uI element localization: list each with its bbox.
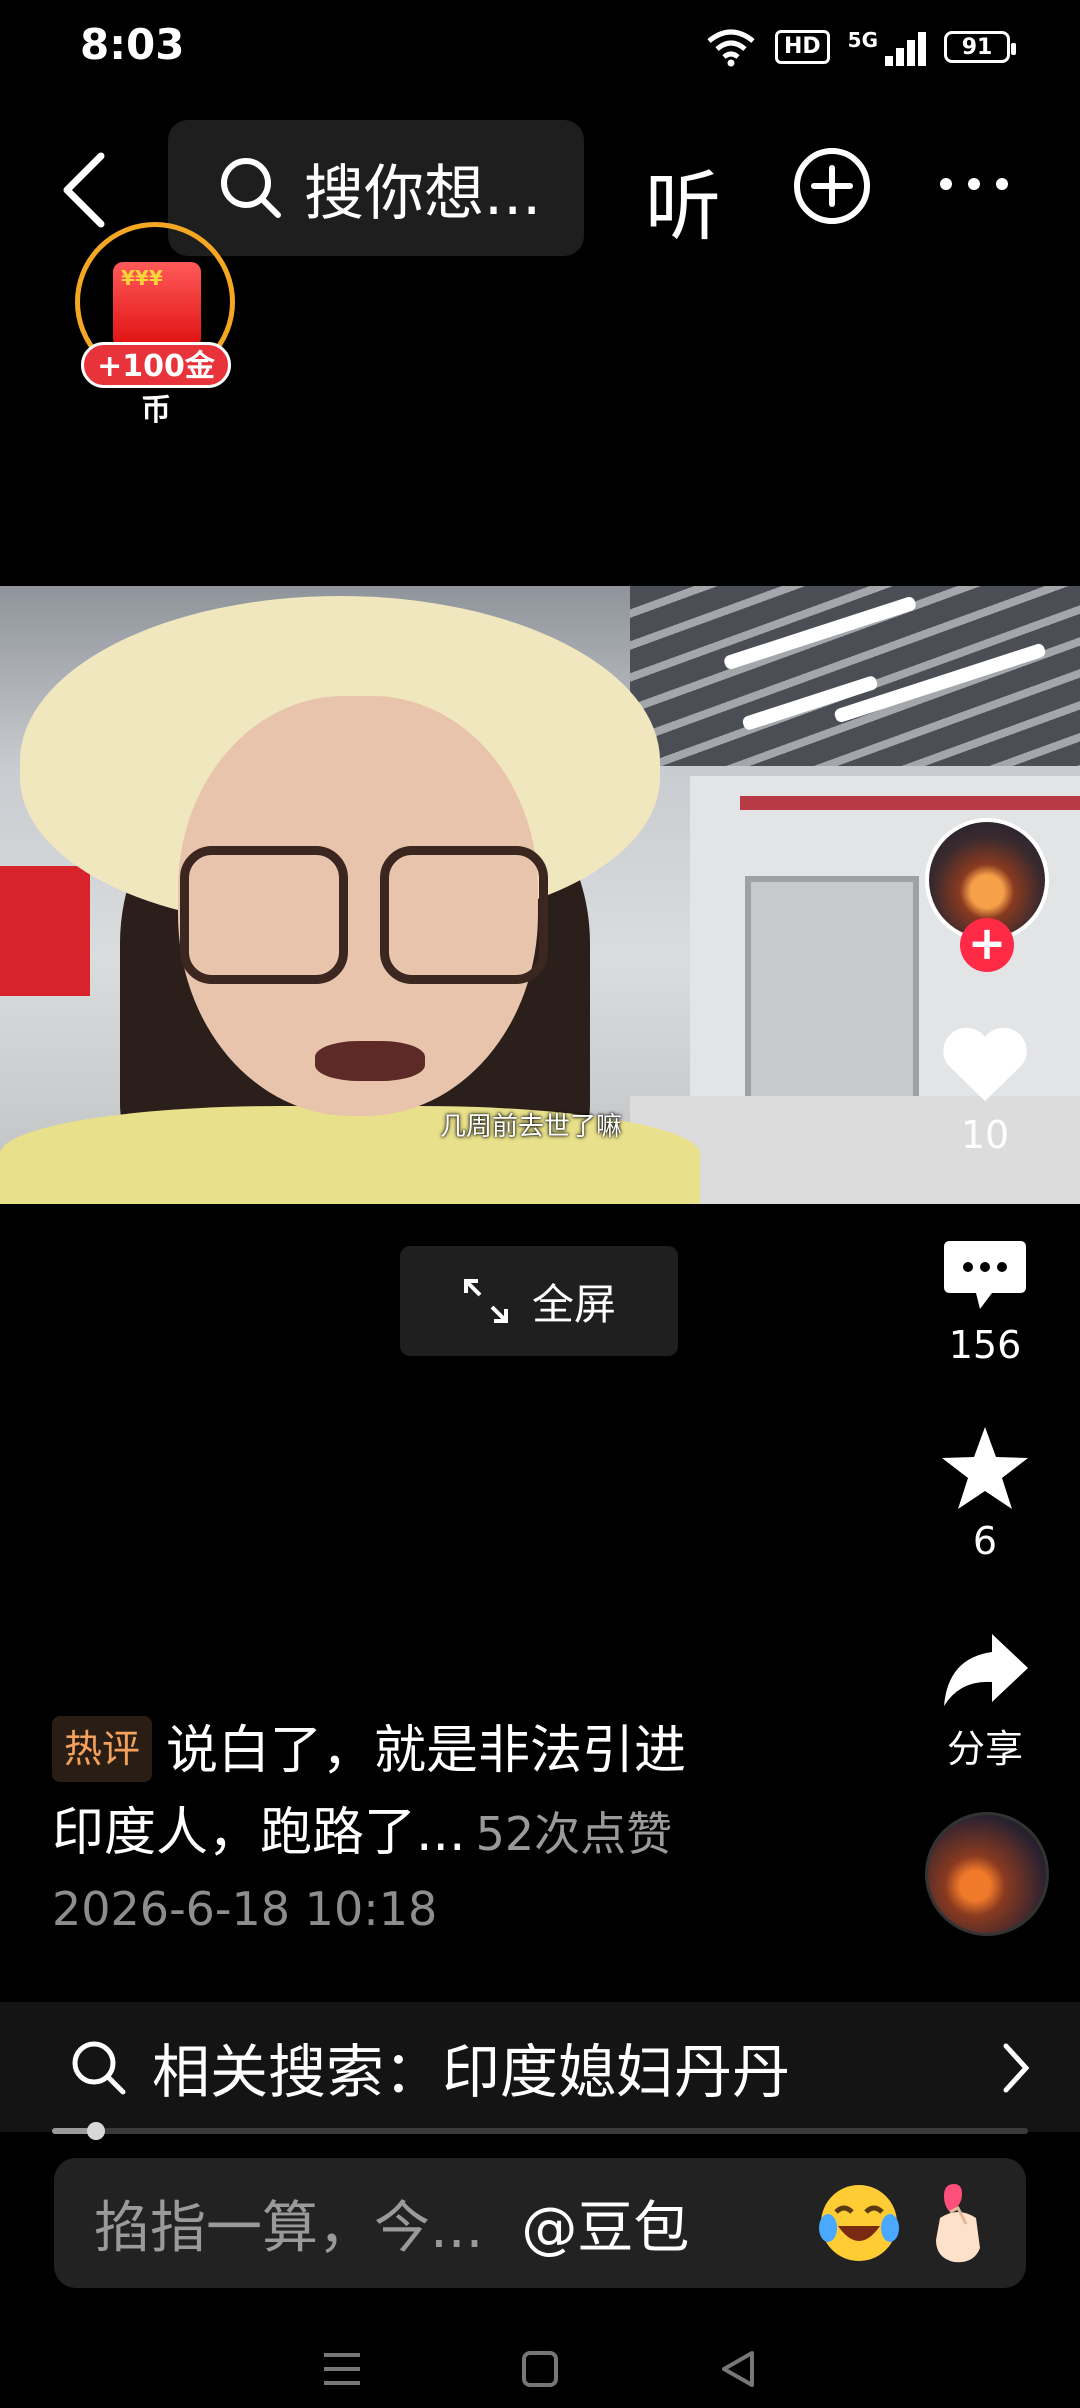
favorite-action[interactable]: 6 — [900, 1425, 1070, 1563]
comment-icon — [944, 1241, 1026, 1309]
comment-input-bar[interactable]: 掐指一算，今... @豆包 — [54, 2158, 1026, 2288]
share-label: 分享 — [946, 1727, 1023, 1771]
hot-comment[interactable]: 热评 说白了，就是非法引进 印度人，跑路了... 52次点赞 — [52, 1710, 852, 1875]
red-envelope-icon — [113, 262, 201, 348]
cell-signal-icon: 5G — [848, 28, 926, 66]
recents-icon[interactable] — [318, 2345, 366, 2393]
like-action[interactable]: 10 — [900, 1025, 1070, 1157]
video-subtitle: 几周前去世了嘛 — [440, 1112, 623, 1142]
favorite-count: 6 — [972, 1519, 998, 1563]
system-nav-bar — [0, 2330, 1080, 2408]
search-icon — [221, 158, 281, 218]
share-action[interactable]: 分享 — [900, 1630, 1070, 1773]
music-disc-avatar[interactable] — [925, 1812, 1049, 1936]
search-placeholder: 搜你想... — [304, 158, 542, 229]
heart-icon — [943, 1027, 1027, 1101]
battery-level: 91 — [961, 34, 993, 60]
hd-badge: HD — [774, 30, 830, 64]
add-circle-icon[interactable] — [792, 146, 872, 226]
comment-action[interactable]: 156 — [900, 1235, 1070, 1367]
comment-input-placeholder: 掐指一算，今... — [94, 2195, 484, 2261]
fullscreen-label: 全屏 — [531, 1279, 616, 1329]
finger-heart-emoji-icon[interactable] — [914, 2178, 1004, 2268]
fullscreen-button[interactable]: 全屏 — [400, 1246, 678, 1356]
laughing-emoji-icon[interactable] — [814, 2178, 904, 2268]
listen-button[interactable]: 听 — [645, 145, 721, 255]
related-search-bar[interactable]: 相关搜索：印度媳妇丹丹 — [0, 2002, 1080, 2132]
search-icon — [72, 2041, 126, 2095]
fullscreen-icon — [463, 1279, 508, 1323]
coin-badge: +100金币 — [81, 342, 231, 428]
comment-likes: 52次点赞 — [475, 1807, 673, 1861]
status-bar: 8:03 HD 5G 91 — [0, 0, 1080, 100]
coin-reward-widget[interactable]: +100金币 — [75, 222, 243, 428]
comment-text-line2: 印度人，跑路了... — [52, 1803, 466, 1863]
status-time: 8:03 — [80, 20, 185, 69]
network-type: 5G — [847, 28, 878, 52]
progress-handle[interactable] — [86, 2122, 105, 2140]
comment-text-line1: 说白了，就是非法引进 — [166, 1721, 687, 1781]
status-icons: HD 5G 91 — [705, 22, 1016, 72]
hot-comment-tag: 热评 — [52, 1716, 153, 1782]
follow-button[interactable]: + — [960, 918, 1014, 972]
related-search-text: 相关搜索：印度媳妇丹丹 — [152, 2038, 791, 2106]
like-count: 10 — [960, 1113, 1010, 1157]
chevron-right-icon — [1003, 2043, 1030, 2093]
back-icon[interactable] — [55, 150, 115, 230]
comment-date: 2026-6-18 10:18 — [52, 1882, 438, 1936]
comment-count: 156 — [948, 1323, 1022, 1367]
share-icon — [944, 1634, 1028, 1706]
mention-doubao[interactable]: @豆包 — [521, 2183, 689, 2264]
battery-icon: 91 — [944, 31, 1016, 63]
star-icon — [942, 1427, 1028, 1509]
video-progress-bar[interactable] — [52, 2122, 1028, 2140]
back-nav-icon[interactable] — [714, 2345, 762, 2393]
wifi-icon — [707, 29, 755, 67]
home-icon[interactable] — [516, 2345, 564, 2393]
more-icon[interactable] — [940, 164, 1050, 204]
